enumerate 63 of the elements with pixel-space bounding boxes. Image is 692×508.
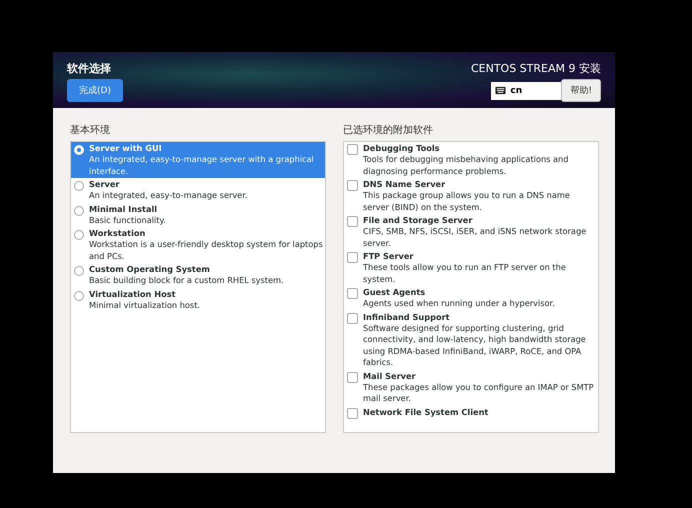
page-title: 软件选择 [67,61,112,76]
option-name: Infiniband Support [363,312,451,322]
addon-option[interactable]: File and Storage Server CIFS, SMB, NFS, iSCSI, iSER, and iSNS network storage server. [344,214,598,250]
checkbox[interactable] [347,312,358,324]
option-name: DNS Name Server [363,179,446,190]
section-heading: 已选环境的附加软件 [343,124,434,137]
option-name: Virtualization Host [89,288,176,300]
checkbox[interactable] [347,180,358,191]
radio-button[interactable] [74,266,84,276]
option-description: These tools allow you to run an FTP server on the system. [363,262,567,285]
addon-option[interactable]: Network File System Client [344,406,598,420]
option-description: Tools for debugging misbehaving applications and diagnosing performance problems. [363,154,570,177]
checkbox[interactable] [347,372,358,382]
option-description: Agents used when running under a hypervisor. [363,298,555,310]
option-description: This package group allows you to run a DNS name server (BIND) on the system. [363,190,571,213]
option-description: Software designed for supporting clustering, grid connectivity, and low-latency, high bandwidth storage using RDMA-based InfiniBand, iWARP, RoCE, and OPA fabrics. [363,322,587,368]
environment-option[interactable]: Virtualization Host Minimal virtualization host. [71,288,325,312]
option-name: Network File System Client [363,406,488,418]
addon-option[interactable]: DNS Name Server This package group allows you to run a DNS name server (BIND) on the system. [344,178,598,214]
option-description: An integrated, easy-to-manage server with a graphical interface. [89,154,315,177]
environment-option[interactable]: Custom Operating System Basic building block for a custom RHEL system. [71,263,325,288]
section-heading: 基本环境 [70,124,111,137]
option-name: Custom Operating System [89,264,211,275]
option-description: CIFS, SMB, NFS, iSCSI, iSER, and iSNS network storage server. [363,226,588,249]
product-title: CENTOS STREAM 9 安装 [470,61,601,76]
option-name: Server with GUI [89,143,163,154]
radio-button[interactable] [74,230,84,240]
radio-button[interactable] [74,181,84,191]
addon-option[interactable]: FTP Server These tools allow you to run an FTP server on the system. [344,250,598,286]
option-name: Debugging Tools [363,143,441,154]
radio-button[interactable] [74,206,84,216]
keyboard-icon [495,86,506,95]
checkbox[interactable] [347,144,358,155]
checkbox[interactable] [347,252,358,263]
option-name: FTP Server [363,251,414,262]
option-name: Mail Server [363,370,417,382]
environment-option[interactable]: Server with GUI An integrated, easy-to-manage server with a graphical interface. [71,142,325,178]
environment-option[interactable]: Workstation Workstation is a user-friendly desktop system for laptops and PCs. [71,227,325,263]
option-description: Workstation is a user-friendly desktop system for laptops and PCs. [89,239,323,262]
checkbox[interactable] [347,216,358,227]
keyboard-layout-indicator[interactable]: cn [491,82,562,100]
option-name: Guest Agents [363,287,426,298]
option-name: Minimal Install [89,204,158,214]
addon-option[interactable]: Mail Server These packages allow you to configure an IMAP or SMTP mail server. [344,370,598,406]
option-name: Workstation [89,228,146,239]
help-button[interactable]: 帮助! [561,79,601,102]
keyboard-layout-text: cn [510,86,522,96]
option-name: Server [89,179,120,190]
option-name: File and Storage Server [363,215,474,226]
addon-option[interactable]: Guest Agents Agents used when running under a hypervisor. [344,286,598,310]
checkbox[interactable] [347,408,358,418]
checkbox[interactable] [347,288,358,299]
option-description: Basic building block for a custom RHEL system. [89,275,284,286]
radio-button[interactable] [74,290,84,300]
option-description: An integrated, easy-to-manage server. [89,190,248,202]
option-description: Basic functionality. [89,214,166,226]
addon-option[interactable]: Infiniband Support Software designed for supporting clustering, grid connectivity, and low-latency, high bandwidth storage using RDMA-based InfiniBand, iWARP, RoCE, and OPA fabrics. [344,310,598,370]
environment-option[interactable]: Minimal Install Basic functionality. [71,202,325,227]
addon-option[interactable]: Debugging Tools Tools for debugging misbehaving applications and diagnosing performance problems. [344,142,598,178]
environment-option[interactable]: Server An integrated, easy-to-manage server. [71,178,325,202]
option-description: These packages allow you to configure an IMAP or SMTP mail server. [363,382,595,404]
option-description: Minimal virtualization host. [89,300,200,311]
done-button[interactable]: 完成(D) [67,79,123,102]
